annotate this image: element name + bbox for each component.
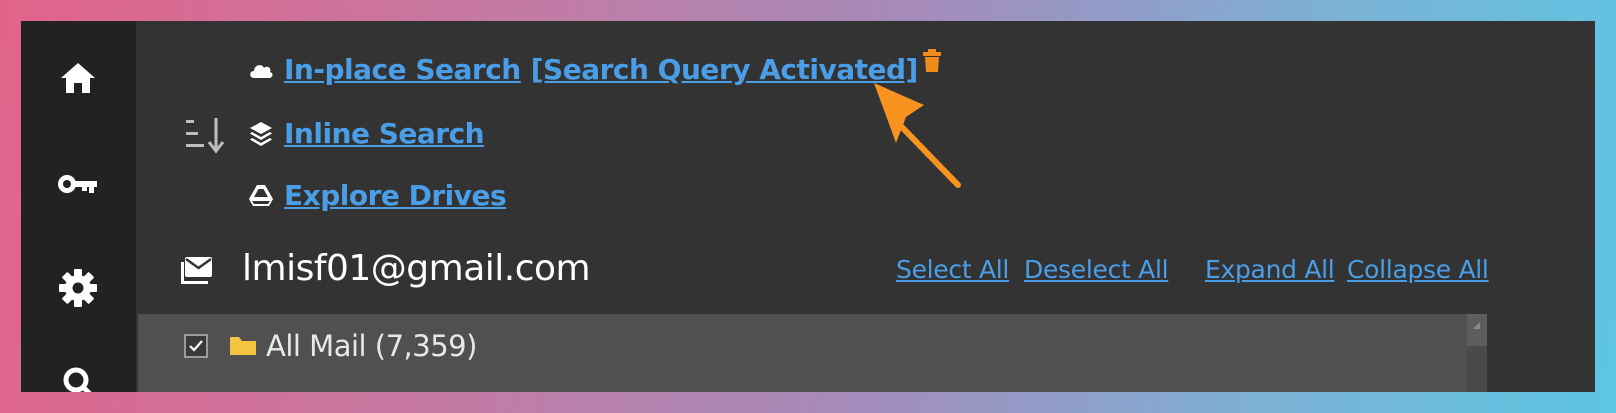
trash-icon[interactable] bbox=[922, 49, 942, 78]
google-drive-icon bbox=[248, 183, 274, 209]
scrollbar[interactable] bbox=[1467, 314, 1487, 392]
deselect-all-link[interactable]: Deselect All bbox=[1024, 255, 1169, 284]
app-window: In-place Search [Search Query Activated]… bbox=[21, 21, 1595, 392]
scroll-up-icon[interactable] bbox=[1473, 322, 1481, 330]
expand-all-link[interactable]: Expand All bbox=[1205, 255, 1335, 284]
search-icon[interactable] bbox=[57, 361, 99, 392]
in-place-search-row: In-place Search [Search Query Activated] bbox=[248, 49, 942, 86]
in-place-search-link[interactable]: In-place Search bbox=[284, 53, 521, 86]
home-icon[interactable] bbox=[57, 57, 99, 99]
inline-search-link[interactable]: Inline Search bbox=[284, 117, 485, 150]
folder-icon bbox=[229, 335, 257, 362]
scrollbar-thumb[interactable] bbox=[1467, 346, 1487, 392]
layers-icon bbox=[248, 121, 274, 147]
mail-tree-panel: All Mail (7,359) bbox=[138, 314, 1487, 392]
gear-icon[interactable] bbox=[57, 267, 99, 309]
sort-icon[interactable] bbox=[184, 116, 226, 159]
select-all-link[interactable]: Select All bbox=[896, 255, 1009, 284]
cloud-icon bbox=[248, 57, 274, 83]
explore-drives-row: Explore Drives bbox=[248, 179, 507, 212]
all-mail-checkbox[interactable] bbox=[184, 334, 208, 358]
mail-icon bbox=[180, 255, 214, 292]
main-panel: In-place Search [Search Query Activated]… bbox=[136, 21, 1595, 392]
annotation-arrow bbox=[874, 83, 961, 188]
collapse-all-link[interactable]: Collapse All bbox=[1347, 255, 1489, 284]
key-icon[interactable] bbox=[57, 163, 99, 205]
account-email: lmisf01@gmail.com bbox=[242, 248, 591, 289]
sidebar bbox=[21, 21, 136, 392]
inline-search-row: Inline Search bbox=[248, 117, 485, 150]
tree-item-label[interactable]: All Mail (7,359) bbox=[266, 329, 477, 363]
explore-drives-link[interactable]: Explore Drives bbox=[284, 179, 507, 212]
